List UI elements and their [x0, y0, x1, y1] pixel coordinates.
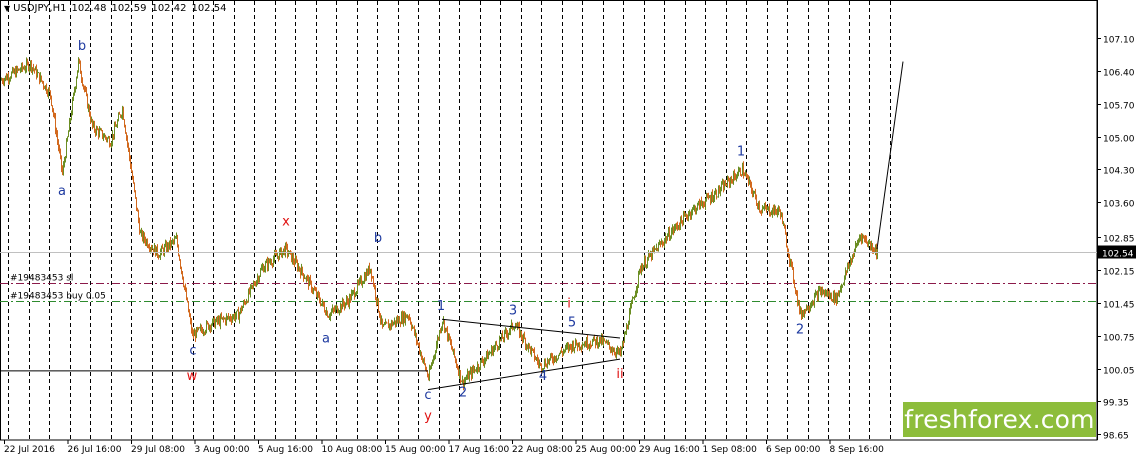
collapse-triangle-icon[interactable]: ▼: [4, 4, 10, 13]
chart-frame: [0, 0, 1098, 441]
price-tick-label: 105.70: [1103, 102, 1135, 112]
chart-title: ▼ USDJPY,H1 102.48 102.59 102.42 102.54: [4, 3, 226, 14]
price-tick-label: 103.60: [1103, 200, 1135, 210]
price-tick-label: 102.15: [1103, 268, 1135, 278]
time-tick-label: 6 Sep 00:00: [766, 445, 821, 455]
price-tick-label: 102.85: [1103, 235, 1135, 245]
price-tick-label: 104.30: [1103, 167, 1135, 177]
high-value: 102.59: [111, 3, 147, 14]
order-level-label: #19483453 buy 0.05: [10, 292, 106, 302]
wave-label: 1: [737, 144, 745, 159]
price-tick-label: 107.10: [1103, 36, 1135, 46]
wave-label: 3: [509, 304, 517, 319]
close-value: 102.54: [191, 3, 227, 14]
wave-label: x: [282, 215, 290, 230]
symbol-label: USDJPY,H1: [13, 3, 67, 14]
time-tick-label: 8 Sep 16:00: [830, 445, 885, 455]
price-tick-label: 106.40: [1103, 69, 1135, 79]
time-tick-label: 15 Aug 00:00: [385, 445, 446, 455]
wave-label: b: [374, 231, 382, 246]
time-tick-label: 1 Sep 08:00: [703, 445, 758, 455]
wave-label: 4: [539, 369, 547, 384]
time-tick-label: 25 Aug 00:00: [576, 445, 637, 455]
price-tick-label: 98.65: [1103, 432, 1129, 442]
wave-label: w: [187, 369, 198, 384]
wave-label: y: [424, 409, 432, 424]
price-tick-label: 101.45: [1103, 301, 1135, 311]
price-tick-label: 99.35: [1103, 399, 1129, 409]
wave-label: a: [322, 332, 330, 347]
wave-label: ii: [616, 367, 623, 382]
wave-label: a: [58, 184, 66, 199]
time-tick-label: 29 Aug 16:00: [639, 445, 700, 455]
wave-label: i: [567, 297, 571, 312]
time-tick-label: 22 Jul 2016: [4, 445, 55, 455]
wave-label: 2: [796, 322, 804, 337]
brand-logo: freshforex.com: [903, 402, 1096, 437]
price-chart: #19483453 sl#19483453 buy 0.05baxbcwa1 3 i…: [0, 0, 1136, 455]
wave-label: c: [424, 388, 431, 403]
time-tick-label: 17 Aug 16:00: [449, 445, 510, 455]
time-tick-label: 3 Aug 00:00: [195, 445, 250, 455]
trendline: [441, 318, 621, 339]
wave-label: 5: [568, 315, 576, 330]
time-tick-label: 26 Jul 16:00: [68, 445, 122, 455]
wave-label: b: [78, 39, 86, 54]
price-tick-label: 100.05: [1103, 367, 1135, 377]
time-tick-label: 5 Aug 16:00: [258, 445, 313, 455]
open-value: 102.48: [71, 3, 107, 14]
current-price-label: 102.54: [1102, 250, 1134, 260]
low-value: 102.42: [151, 3, 187, 14]
time-tick-label: 10 Aug 08:00: [322, 445, 383, 455]
order-level-label: #19483453 sl: [10, 274, 73, 284]
time-tick-label: 29 Jul 08:00: [131, 445, 185, 455]
wave-label: 2: [459, 386, 467, 401]
wave-label: 1: [437, 299, 445, 314]
wave-label: c: [189, 343, 196, 358]
price-tick-label: 105.00: [1103, 135, 1135, 145]
time-tick-label: 22 Aug 08:00: [512, 445, 573, 455]
price-tick-label: 100.75: [1103, 334, 1135, 344]
